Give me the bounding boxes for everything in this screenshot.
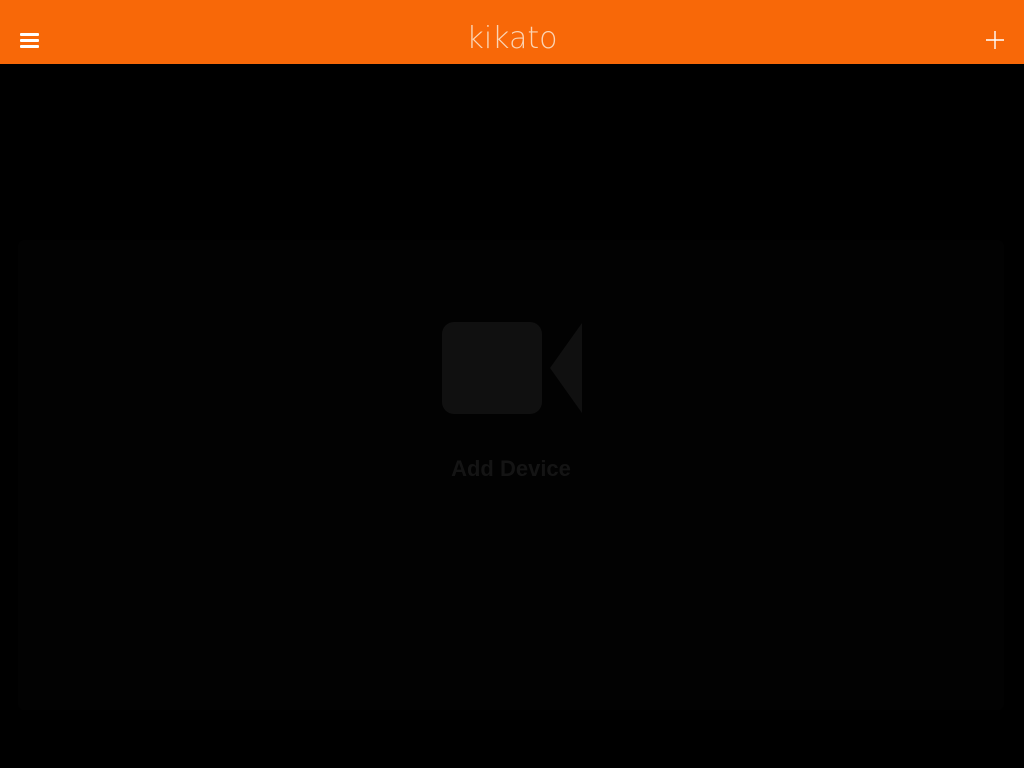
- video-camera-icon: [442, 322, 582, 414]
- kikato-logo: kikato: [462, 20, 562, 60]
- add-button[interactable]: [982, 27, 1008, 53]
- hamburger-menu-icon-bar-3: [20, 45, 39, 48]
- menu-button[interactable]: [14, 24, 46, 56]
- top-app-bar: kikato: [0, 0, 1024, 64]
- main-content: Add Device: [0, 64, 1024, 768]
- plus-icon: [986, 31, 1004, 49]
- add-device-label: Add Device: [451, 456, 571, 481]
- hamburger-menu-icon-bar-1: [20, 33, 39, 36]
- brand-name: kikato: [466, 21, 558, 56]
- hamburger-menu-icon-bar-2: [20, 39, 39, 42]
- add-device-card[interactable]: Add Device: [18, 240, 1004, 710]
